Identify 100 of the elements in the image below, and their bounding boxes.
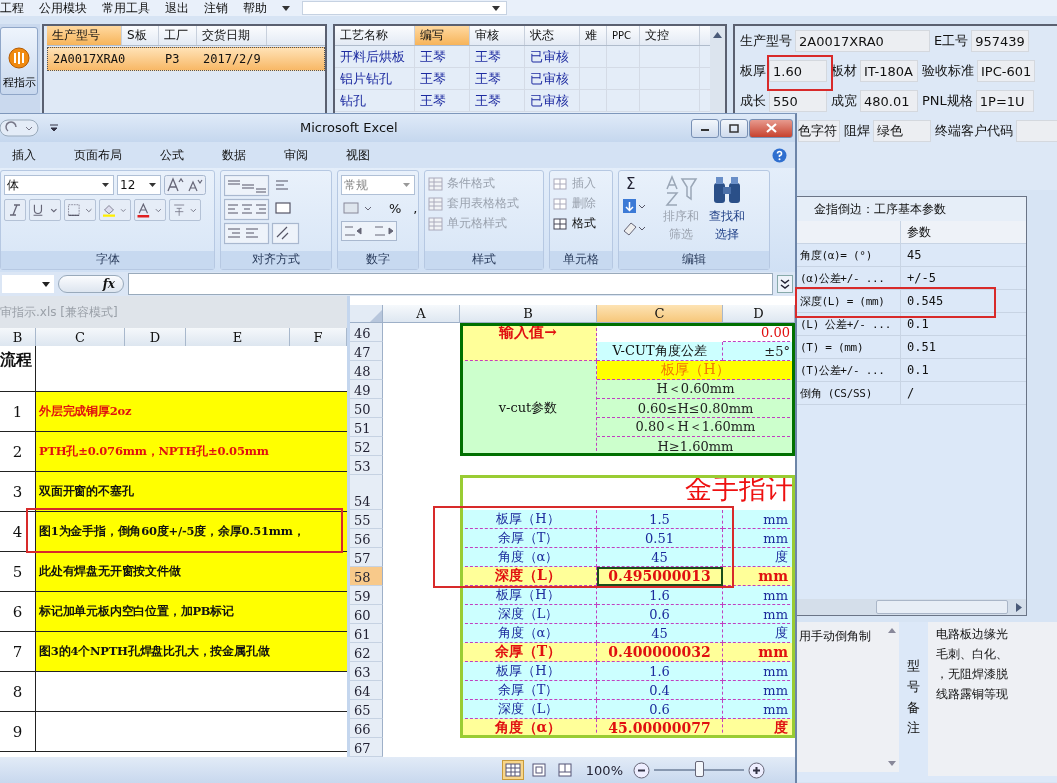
text-field[interactable]: 色字符 <box>798 120 840 142</box>
text-field[interactable]: 1P=1U <box>975 90 1034 112</box>
text-field[interactable]: 957439 <box>971 30 1030 52</box>
fill-color-icon[interactable] <box>99 199 131 221</box>
ribbon-tab[interactable]: 视图 <box>334 146 382 164</box>
text-field[interactable]: IPC-601 <box>977 60 1035 82</box>
autosum-button[interactable]: Σ <box>622 175 656 193</box>
font-color-icon[interactable] <box>134 199 166 221</box>
scroll-up-icon[interactable] <box>713 32 722 38</box>
scrollbar[interactable] <box>796 599 1026 615</box>
customize-caret-icon[interactable] <box>50 124 58 132</box>
name-box[interactable] <box>2 275 54 293</box>
fill-down-icon[interactable] <box>622 197 646 215</box>
text-field[interactable]: 2A0017XRA0 <box>795 30 930 52</box>
menu-item[interactable]: 注销 <box>204 0 235 17</box>
row-header[interactable]: 49 <box>350 380 383 399</box>
row-header[interactable]: 48 <box>350 361 383 380</box>
column-header[interactable]: PPC <box>607 26 640 45</box>
table-cell[interactable]: 45 <box>597 624 723 643</box>
close-button[interactable] <box>749 118 793 138</box>
row-header[interactable]: 52 <box>350 437 383 456</box>
formula-field[interactable] <box>128 273 773 295</box>
text-field[interactable]: 绿色 <box>873 120 931 142</box>
font-size-field[interactable]: 12 <box>117 175 161 195</box>
row-header[interactable]: 58 <box>350 567 383 586</box>
scroll-up-icon[interactable] <box>888 628 896 633</box>
menu-item[interactable]: 帮助 <box>243 0 274 17</box>
text-field[interactable] <box>1016 120 1057 142</box>
process-button[interactable]: 程指示 <box>0 27 38 95</box>
table-cell[interactable]: 45 <box>597 548 723 567</box>
font-name-field[interactable]: 体 <box>4 175 114 195</box>
column-header[interactable]: A <box>383 305 460 323</box>
text-area[interactable]: 电路板边缘光 毛刺、白化、 ，无阻焊漆脱 线路露铜等现 <box>928 622 1057 776</box>
row-header[interactable]: 66 <box>350 719 383 738</box>
redo-icon[interactable] <box>0 119 40 137</box>
text-area[interactable]: 用手动倒角制 <box>797 622 885 772</box>
table-cell[interactable]: 1.6 <box>597 662 723 681</box>
table-cell[interactable]: 0.400000032 <box>597 643 723 662</box>
normal-view-icon[interactable] <box>501 760 524 780</box>
table-cell[interactable]: 0.6 <box>597 605 723 624</box>
column-header[interactable]: 编写 <box>415 26 470 45</box>
column-header[interactable]: B <box>460 305 597 323</box>
zoom-level[interactable]: 100% <box>585 762 623 778</box>
insert-function-button[interactable]: fx <box>58 275 124 293</box>
border-icon[interactable] <box>64 199 96 221</box>
menu-item[interactable]: 公用模块 <box>39 0 94 17</box>
column-header[interactable]: 生产型号 <box>47 26 122 45</box>
column-header[interactable]: 审核 <box>470 26 525 45</box>
column-header[interactable]: 文控 <box>640 26 700 45</box>
ribbon-tab[interactable]: 公式 <box>148 146 196 164</box>
row-header[interactable]: 59 <box>350 586 383 605</box>
underline-icon[interactable] <box>29 199 61 221</box>
ribbon-tab[interactable]: 审阅 <box>272 146 320 164</box>
column-header[interactable]: B <box>0 328 36 346</box>
scroll-right-icon[interactable] <box>1016 602 1022 612</box>
font-grow-icon[interactable] <box>164 175 206 195</box>
row-header[interactable]: 64 <box>350 681 383 700</box>
column-header[interactable]: S板 <box>122 26 159 45</box>
decimal-icons-drawing[interactable] <box>341 221 397 241</box>
phonetic-icon[interactable] <box>169 199 201 221</box>
row-header[interactable]: 67 <box>350 738 383 757</box>
percent-button[interactable]: % <box>385 200 406 216</box>
table-row[interactable]: 2A0017XRA0 P3 2017/2/9 <box>47 47 325 71</box>
column-header[interactable]: C <box>597 305 723 323</box>
column-header[interactable]: 状态 <box>525 26 580 45</box>
row-header[interactable]: 61 <box>350 624 383 643</box>
row-header[interactable]: 62 <box>350 643 383 662</box>
row-header[interactable]: 65 <box>350 700 383 719</box>
row-header[interactable]: 55 <box>350 510 383 529</box>
ribbon-button[interactable]: 格式 <box>553 215 609 232</box>
table-cell[interactable]: 0.495000013 <box>597 567 723 586</box>
help-icon[interactable] <box>772 147 787 163</box>
column-header[interactable]: 交货日期 <box>197 26 267 45</box>
row-header[interactable]: 46 <box>350 323 383 342</box>
column-header[interactable]: 难 <box>580 26 607 45</box>
italic-icon[interactable] <box>4 199 26 221</box>
text-field[interactable]: 480.01 <box>860 90 918 112</box>
column-header[interactable]: 工厂 <box>159 26 197 45</box>
text-field[interactable]: IT-180A <box>860 60 918 82</box>
table-cell[interactable]: 0.4 <box>597 681 723 700</box>
expand-icon[interactable] <box>777 275 793 293</box>
maximize-button[interactable] <box>720 118 748 138</box>
menu-item[interactable]: 常用工具 <box>102 0 157 17</box>
row-header[interactable]: 50 <box>350 399 383 418</box>
table-cell[interactable]: 0.6 <box>597 700 723 719</box>
menu-item[interactable]: 工程 <box>0 0 31 17</box>
table-cell[interactable]: 0.51 <box>597 529 723 548</box>
zoom-slider-thumb[interactable] <box>695 761 704 777</box>
row-header[interactable]: 47 <box>350 342 383 361</box>
row-header[interactable]: 51 <box>350 418 383 437</box>
table-cell[interactable]: 1.5 <box>597 510 723 529</box>
minimize-button[interactable] <box>691 118 719 138</box>
scrollbar[interactable] <box>710 26 725 114</box>
row-header[interactable]: 53 <box>350 456 383 475</box>
ribbon-tab[interactable]: 页面布局 <box>62 146 134 164</box>
dropdown-field[interactable] <box>302 1 507 15</box>
zoom-in-icon[interactable] <box>748 761 765 779</box>
find-select-button[interactable]: 查找和选择 <box>706 175 748 243</box>
zoom-out-icon[interactable] <box>633 761 650 779</box>
row-header[interactable]: 57 <box>350 548 383 567</box>
